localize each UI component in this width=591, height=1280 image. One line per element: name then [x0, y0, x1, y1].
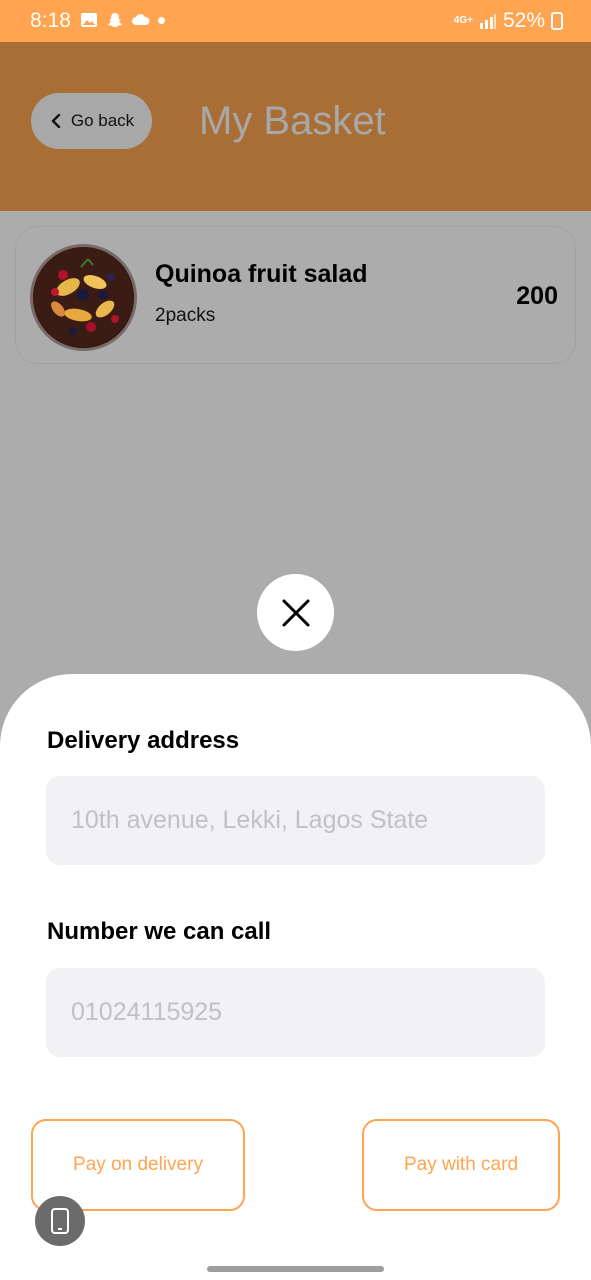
fruit-salad-image: [30, 244, 137, 351]
status-time: 8:18: [30, 9, 71, 32]
phone-number-input[interactable]: [46, 968, 545, 1057]
phone-icon: [51, 1208, 69, 1234]
status-icons-left: [80, 11, 165, 29]
status-bar: 8:18 4G+ 52%: [0, 0, 591, 42]
item-name: Quinoa fruit salad: [155, 260, 368, 288]
battery-percent: 52%: [502, 9, 545, 32]
delivery-address-label: Delivery address: [47, 727, 240, 754]
item-quantity: 2packs: [155, 305, 216, 326]
battery-icon: [551, 12, 563, 30]
checkout-sheet: Delivery address Number we can call Pay …: [0, 674, 591, 1280]
page-title: My Basket: [199, 99, 386, 143]
signal-icon: [479, 14, 496, 29]
status-icons-right: 4G+ 52%: [454, 9, 563, 33]
network-icon: 4G+: [453, 15, 473, 26]
dot-icon: [158, 16, 165, 24]
delivery-address-input[interactable]: [46, 776, 545, 865]
header: Go back My Basket: [0, 42, 591, 211]
go-back-button[interactable]: Go back: [31, 93, 152, 149]
snapchat-icon: [108, 13, 122, 27]
phone-number-label: Number we can call: [47, 918, 272, 945]
chevron-left-icon: [51, 114, 61, 128]
close-sheet-button[interactable]: [257, 574, 334, 651]
home-indicator[interactable]: [207, 1266, 384, 1272]
go-back-label: Go back: [70, 111, 135, 130]
item-price: 200: [516, 282, 558, 310]
basket-item: Quinoa fruit salad 2packs 200: [15, 226, 576, 364]
gallery-icon: [81, 13, 97, 27]
pay-with-card-button[interactable]: Pay with card: [362, 1119, 560, 1211]
floating-phone-button[interactable]: [35, 1196, 85, 1246]
cloud-icon: [132, 14, 150, 25]
close-icon: [282, 599, 309, 626]
